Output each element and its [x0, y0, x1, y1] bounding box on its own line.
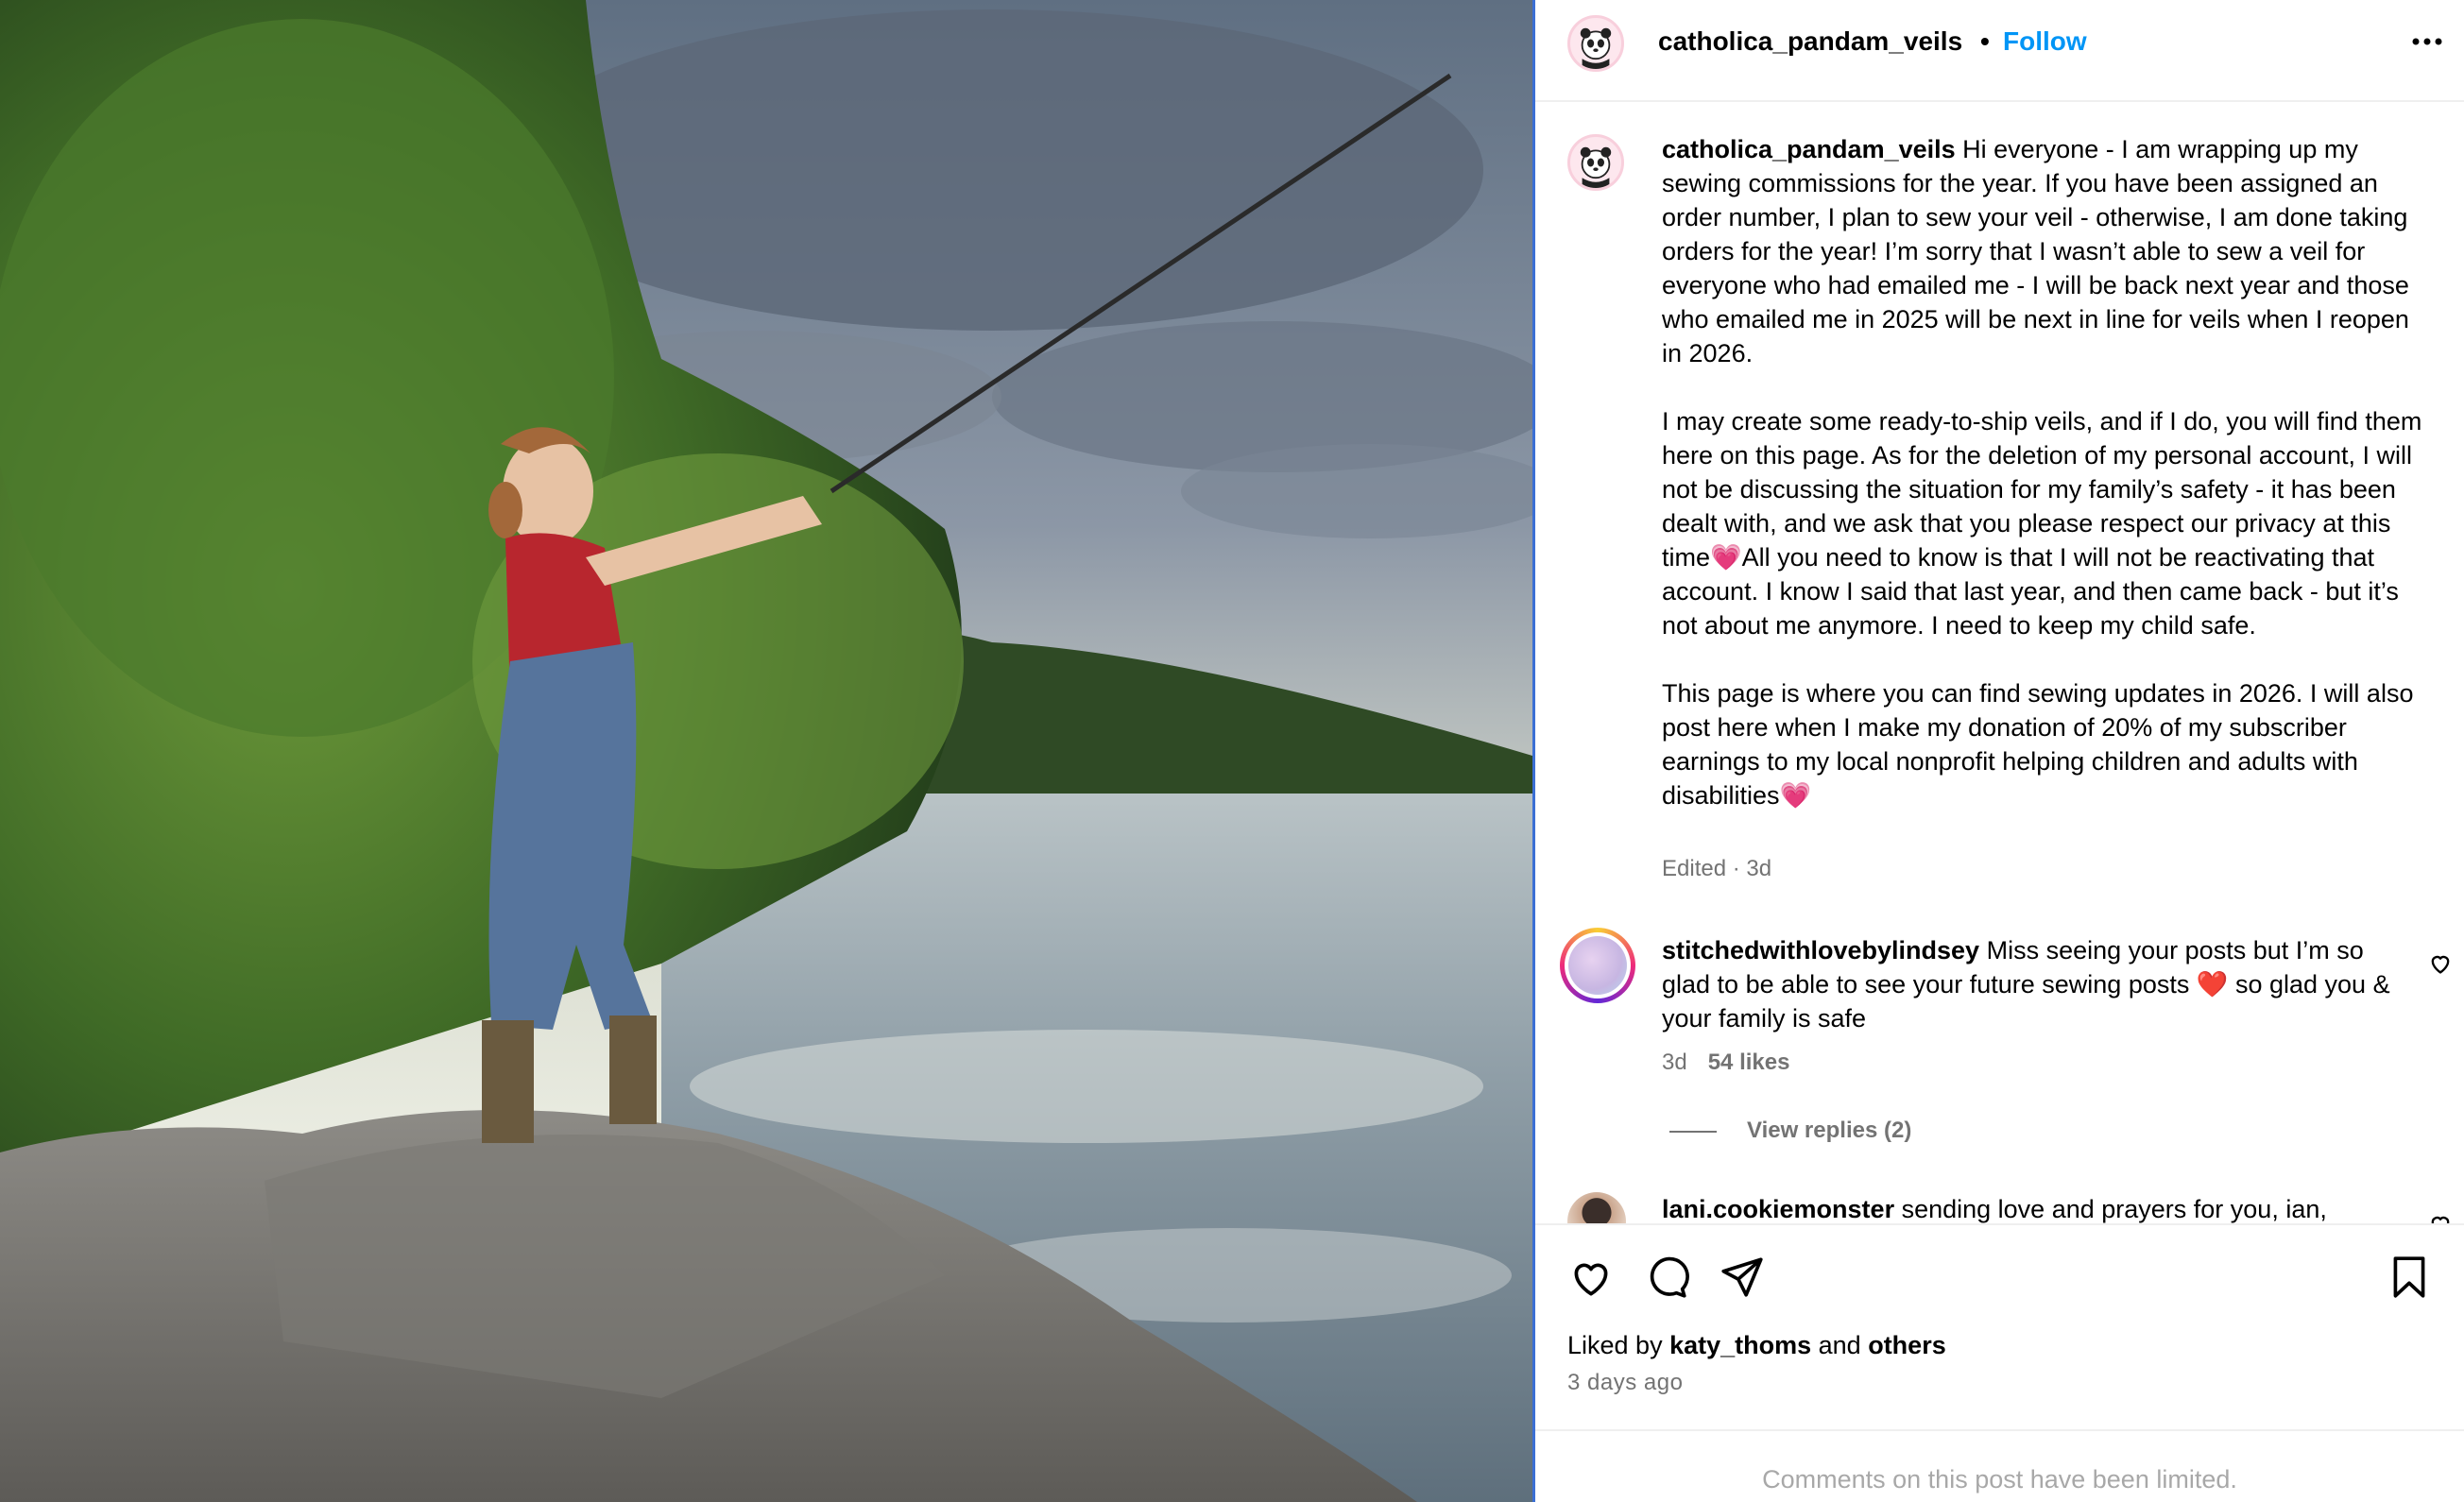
comment-avatar[interactable]: [1567, 1192, 1626, 1223]
follow-button[interactable]: Follow: [2003, 26, 2087, 57]
divider: [1535, 1429, 2464, 1431]
comment-like-button[interactable]: [2427, 950, 2454, 977]
heart-icon: [1574, 1263, 1608, 1296]
likes-prefix: Liked by: [1567, 1331, 1670, 1359]
comment-likes[interactable]: 54 likes: [1708, 1050, 1790, 1075]
comments-limited-notice: Comments on this post have been limited.: [1762, 1465, 2237, 1493]
share-button[interactable]: [1719, 1254, 1766, 1301]
share-icon: [1721, 1257, 1763, 1297]
comment-avatar[interactable]: [1560, 928, 1635, 1003]
liked-by-others[interactable]: others: [1868, 1331, 1946, 1359]
comment-button[interactable]: [1643, 1254, 1690, 1301]
post-author-username[interactable]: catholica_pandam_veils: [1658, 26, 1962, 57]
more-options-button[interactable]: [2404, 19, 2450, 64]
likes-summary: Liked by katy_thoms and others: [1567, 1331, 1946, 1360]
caption-meta: Edited · 3d: [1662, 856, 1772, 881]
caption-username[interactable]: catholica_pandam_veils: [1662, 135, 1956, 163]
comment-like-button[interactable]: [2427, 1211, 2454, 1223]
comment: lani.cookiemonster sending love and pray…: [1662, 1192, 2418, 1223]
replies-line: [1669, 1131, 1717, 1133]
comment-time: 3d: [1662, 1050, 1687, 1075]
more-horizontal-icon: [2412, 38, 2442, 45]
post-header: catholica_pandam_veils • Follow: [1535, 0, 2464, 102]
post-date: 3 days ago: [1567, 1370, 1684, 1395]
comment-username[interactable]: stitchedwithlovebylindsey: [1662, 936, 1979, 964]
post-actions: Liked by katy_thoms and others 3 days ag…: [1535, 1223, 2464, 1497]
caption-avatar[interactable]: [1567, 134, 1624, 191]
fishing-photo: [0, 0, 1532, 1502]
panda-icon: [1580, 27, 1612, 69]
comment-text: sending love and prayers for you, ian,: [1894, 1195, 2327, 1223]
save-button[interactable]: [2386, 1254, 2433, 1301]
heart-icon: [2431, 1216, 2450, 1223]
post-details-panel: catholica_pandam_veils • Follow catholic…: [1535, 0, 2464, 1502]
like-button[interactable]: [1567, 1254, 1615, 1301]
separator-dot: •: [1980, 26, 1990, 56]
bookmark-icon: [2393, 1256, 2425, 1298]
caption-text: Hi everyone - I am wrapping up my sewing…: [1662, 135, 2422, 810]
view-replies-button[interactable]: View replies (2): [1747, 1118, 1911, 1144]
liked-by-user[interactable]: katy_thoms: [1669, 1331, 1811, 1359]
panda-icon: [1580, 146, 1612, 188]
profile-avatar[interactable]: [1567, 15, 1624, 72]
comment: stitchedwithlovebylindsey Miss seeing yo…: [1662, 933, 2418, 1035]
comment-username[interactable]: lani.cookiemonster: [1662, 1195, 1894, 1223]
comment-meta: 3d 54 likes: [1662, 1050, 1789, 1076]
heart-icon: [2431, 955, 2450, 974]
comments-scroll-area[interactable]: catholica_pandam_veils Hi everyone - I a…: [1535, 104, 2464, 1223]
post-caption: catholica_pandam_veils Hi everyone - I a…: [1662, 132, 2427, 812]
likes-mid: and: [1811, 1331, 1869, 1359]
post-photo[interactable]: [0, 0, 1532, 1502]
comment-icon: [1650, 1256, 1689, 1298]
